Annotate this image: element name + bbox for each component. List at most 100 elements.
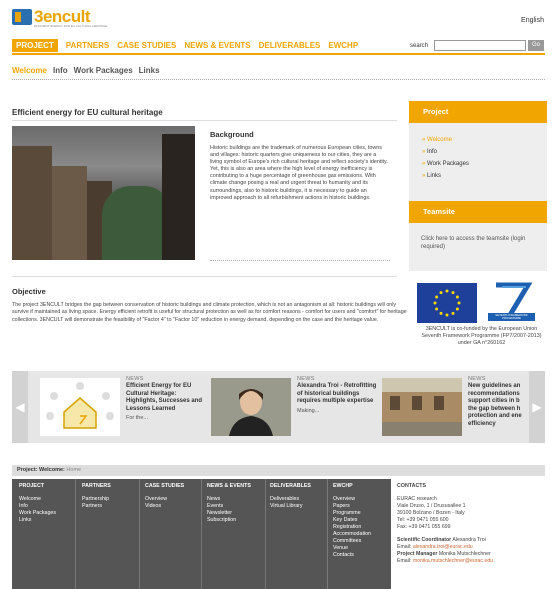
sidebar-item-welcome[interactable]: Welcome [422,137,469,143]
footer-link[interactable]: Partners [82,503,137,510]
nav-project[interactable]: PROJECT [12,39,58,52]
subnav-divider [12,79,545,80]
carousel-tag: NEWS [126,376,144,382]
teamsite-link[interactable]: Click here to access the teamsite (login… [409,223,547,271]
nav-deliverables[interactable]: DELIVERABLES [259,41,321,50]
manager-email-link[interactable]: monika.mutschlechner@eurac.edu [413,558,493,564]
footer-link[interactable]: Registration [333,524,389,531]
contacts-address: 39100 Bolzano / Bozen - Italy [397,510,465,516]
footer-link[interactable]: Accommodation [333,531,389,538]
footer-col-news-events: NEWS & EVENTS News Events Newsletter Sub… [207,483,262,524]
sidebar-item-info[interactable]: Info [422,149,469,155]
footer-divider [75,479,76,589]
carousel-more: For the... [126,415,149,421]
nav-case-studies[interactable]: CASE STUDIES [117,41,176,50]
fp7-logo: SEVENTH FRAMEWORK PROGRAMME [484,281,539,323]
footer-link[interactable]: Overview [333,496,389,503]
carousel-tag: NEWS [468,376,486,382]
logo-building-icon [12,9,32,25]
search-input[interactable] [434,40,526,51]
subnav-welcome[interactable]: Welcome [12,66,47,75]
footer-link[interactable]: Key Dates [333,517,389,524]
footer-link[interactable]: Work Packages [19,510,73,517]
carousel-item[interactable]: NEWS New guidelines an recommendations s… [382,376,528,438]
footer-col-title: PROJECT [19,483,45,489]
footer-divider [265,479,266,589]
page-title: Efficient energy for EU cultural heritag… [12,108,163,117]
footer-link[interactable]: Partnership [82,496,137,503]
footer-link[interactable]: Virtual Library [270,503,325,510]
subnav-links[interactable]: Links [139,66,160,75]
carousel-item[interactable]: NEWS Efficient Energy for EU Cultural He… [40,376,208,438]
nav-partners[interactable]: PARTNERS [66,41,109,50]
coordinator-email-link[interactable]: alexandra.troi@eurac.edu [413,544,473,550]
contacts-title: CONTACTS [397,483,427,489]
nav-ewchp[interactable]: EWCHP [328,41,358,50]
footer-divider [139,479,140,589]
carousel-item[interactable]: NEWS Alexandra Troi - Retrofitting of hi… [211,376,379,438]
footer-link[interactable]: Newsletter [207,510,262,517]
coordinator-name: Alexandra Troi [452,537,486,543]
background-heading: Background [210,130,254,139]
footer-col-title: DELIVERABLES [270,483,311,489]
footer-link[interactable]: Programme [333,510,389,517]
footer-link[interactable]: Links [19,517,73,524]
eu-funding-text: 3ENCULT is co-funded by the European Uni… [421,326,542,346]
sidebar-teamsite-heading: Teamsite [409,201,547,223]
carousel-title[interactable]: New guidelines an recommendations suppor… [468,383,528,428]
objective-heading: Objective [12,287,46,296]
footer-divider [201,479,202,589]
main-nav: PROJECT PARTNERS CASE STUDIES NEWS & EVE… [12,38,402,53]
footer-contacts: CONTACTS EURAC research Viale Druso, 1 /… [391,479,545,589]
subnav-work-packages[interactable]: Work Packages [74,66,133,75]
carousel-title[interactable]: Alexandra Troi - Retrofitting of histori… [297,383,377,406]
footer-link[interactable]: Videos [145,503,200,510]
footer-link[interactable]: Venue [333,545,389,552]
objective-divider [12,276,397,277]
manager-label: Project Manager [397,551,438,557]
carousel-more: Making... [297,407,320,414]
eu-flag-icon [417,283,477,323]
footer-link[interactable]: Info [19,503,73,510]
footer-link[interactable]: Events [207,503,262,510]
sidebar-project-heading: Project [409,101,547,123]
footer-link[interactable]: News [207,496,262,503]
search-go-button[interactable]: Go [528,40,544,51]
logo-tagline: EFFICIENT ENERGY FOR EU CULTURAL HERITAG… [34,24,108,28]
footer-col-ewchp: EWCHP Overview Papers Programme Key Date… [333,483,389,559]
contacts-tel: Tel: +39 0471 055 600 [397,517,449,523]
breadcrumb: Project: Welcome: Home [12,465,545,476]
fp7-label: SEVENTH FRAMEWORK PROGRAMME [495,313,528,321]
carousel-title[interactable]: Efficient Energy for EU Cultural Heritag… [126,383,206,413]
carousel-prev-button[interactable]: ◀ [12,371,28,443]
sidebar-item-links[interactable]: Links [422,173,469,179]
footer-col-project: PROJECT Welcome Info Work Packages Links [19,483,73,524]
footer-link[interactable]: Subscription [207,517,262,524]
footer-link[interactable]: Committees [333,538,389,545]
objective-text: The project 3ENCULT bridges the gap betw… [12,302,407,323]
house-energy-diagram-image [40,378,120,436]
sub-nav: Welcome Info Work Packages Links [12,66,166,75]
footer-link[interactable]: Contacts [333,552,389,559]
footer-col-title: EWCHP [333,483,353,489]
manager-email-label: Email: [397,558,412,564]
breadcrumb-current[interactable]: Home [66,467,81,473]
carousel-next-button[interactable]: ▶ [529,371,545,443]
manager-name: Monika Mutschlechner [438,551,491,557]
nav-news-events[interactable]: NEWS & EVENTS [184,41,250,50]
background-divider [210,260,390,261]
nav-divider [12,53,545,55]
language-link[interactable]: English [521,17,544,24]
contacts-org: EURAC research [397,496,437,502]
subnav-info[interactable]: Info [53,66,68,75]
footer-link[interactable]: Welcome [19,496,73,503]
footer-link[interactable]: Overview [145,496,200,503]
footer-link[interactable]: Deliverables [270,496,325,503]
title-divider [12,120,397,121]
background-text: Historic buildings are the trademark of … [210,145,388,201]
footer-col-title: NEWS & EVENTS [207,483,251,489]
sidebar-project-links: Welcome Info Work Packages Links [422,137,469,185]
footer-link[interactable]: Papers [333,503,389,510]
sidebar-item-work-packages[interactable]: Work Packages [422,161,469,167]
city-square-image [382,378,462,436]
